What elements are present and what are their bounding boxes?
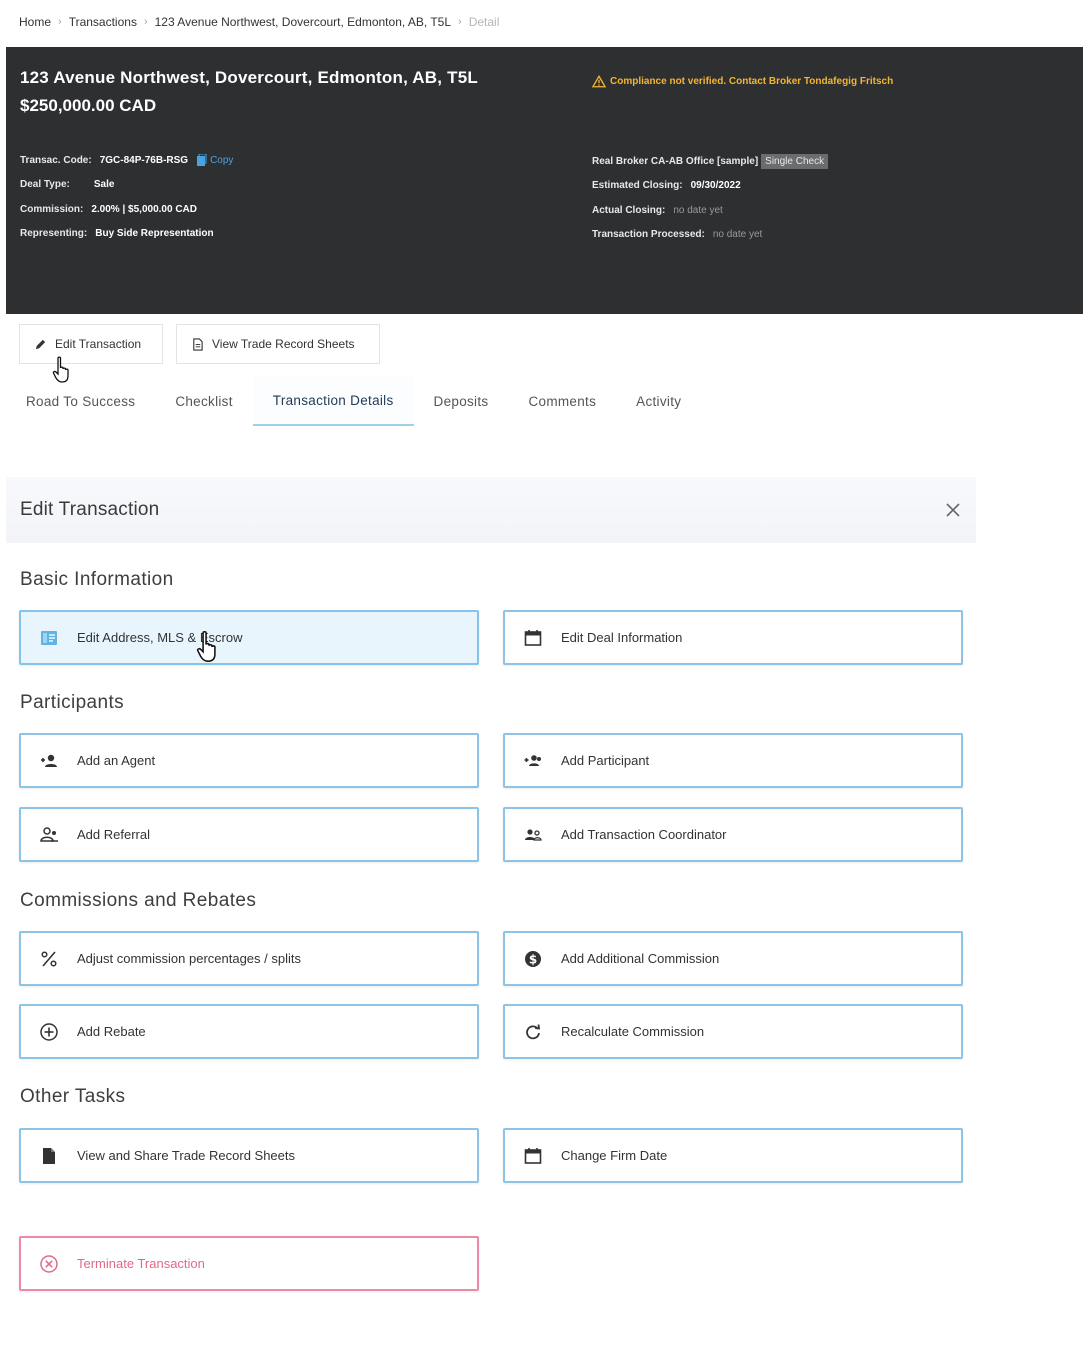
percent-icon <box>41 950 57 967</box>
change-firm-date-button[interactable]: Change Firm Date <box>503 1128 963 1183</box>
tab-comments[interactable]: Comments <box>508 376 616 426</box>
svg-text:$: $ <box>529 952 537 966</box>
est-closing-value: 09/30/2022 <box>690 180 741 192</box>
file-icon <box>43 1147 55 1164</box>
section-other-tasks: Other Tasks <box>20 1086 126 1107</box>
terminate-label: Terminate Transaction <box>77 1256 205 1271</box>
close-button[interactable] <box>944 501 962 519</box>
deal-type-value: Sale <box>93 179 115 191</box>
actual-closing-label: Actual Closing: <box>592 204 666 216</box>
actual-closing-value: no date yet <box>673 204 723 216</box>
edit-deal-label: Edit Deal Information <box>561 630 683 645</box>
tab-activity[interactable]: Activity <box>616 376 701 426</box>
section-participants: Participants <box>20 692 125 713</box>
add-participant-label: Add Participant <box>561 753 650 768</box>
est-closing-label: Estimated Closing: <box>592 180 683 192</box>
copy-button[interactable]: Copy <box>196 153 234 167</box>
edit-transaction-button[interactable]: Edit Transaction <box>19 324 163 364</box>
office-badge: Single Check <box>761 153 829 169</box>
plus-circle-icon <box>40 1022 58 1041</box>
edit-address-button[interactable]: Edit Address, MLS & Escrow <box>19 610 479 665</box>
transaction-header: 123 Avenue Northwest, Dovercourt, Edmont… <box>6 47 1083 314</box>
referral-icon <box>40 826 58 842</box>
add-rebate-button[interactable]: Add Rebate <box>19 1004 479 1059</box>
representing-value: Buy Side Representation <box>95 228 214 240</box>
edit-deal-information-button[interactable]: Edit Deal Information <box>503 610 963 665</box>
refresh-icon <box>526 1023 541 1039</box>
close-icon <box>946 503 960 517</box>
chevron-right-icon: › <box>458 16 462 28</box>
chevron-right-icon: › <box>58 16 62 28</box>
breadcrumb-current: Detail <box>468 15 500 29</box>
calendar-icon <box>524 1147 542 1164</box>
detail-tabs: Road To Success Checklist Transaction De… <box>6 376 701 426</box>
edit-transaction-label: Edit Transaction <box>55 337 142 351</box>
tab-checklist[interactable]: Checklist <box>155 376 252 426</box>
recalculate-commission-button[interactable]: Recalculate Commission <box>503 1004 963 1059</box>
chevron-right-icon: › <box>143 16 148 28</box>
change-firm-date-label: Change Firm Date <box>561 1148 668 1163</box>
tab-deposits[interactable]: Deposits <box>414 376 509 426</box>
transac-code-label: Transac. Code: <box>20 154 92 166</box>
meta-right: Real Broker CA-AB Office [sample] Single… <box>592 149 829 247</box>
add-rebate-label: Add Rebate <box>77 1024 146 1039</box>
compliance-warning-text: Compliance not verified. Contact Broker … <box>610 76 894 87</box>
transac-code-value: 7GC-84P-76B-RSG <box>99 154 189 166</box>
recalculate-label: Recalculate Commission <box>561 1024 705 1039</box>
tab-transaction-details[interactable]: Transaction Details <box>252 376 414 426</box>
panel-title: Edit Transaction <box>20 499 160 520</box>
deal-type-label: Deal Type: <box>20 179 70 191</box>
edit-address-label: Edit Address, MLS & Escrow <box>77 630 243 645</box>
calendar-icon <box>524 629 542 646</box>
add-referral-label: Add Referral <box>77 827 150 842</box>
add-agent-icon <box>41 754 57 767</box>
processed-label: Transaction Processed: <box>592 229 705 241</box>
section-commissions: Commissions and Rebates <box>20 890 257 911</box>
add-participant-icon <box>524 754 541 766</box>
compliance-warning: Compliance not verified. Contact Broker … <box>592 75 893 88</box>
view-share-label: View and Share Trade Record Sheets <box>77 1148 296 1163</box>
processed-value: no date yet <box>712 229 763 241</box>
commission-value: 2.00% | $5,000.00 CAD <box>91 203 197 215</box>
breadcrumb-home[interactable]: Home <box>19 15 51 29</box>
copy-label: Copy <box>210 154 234 166</box>
edit-transaction-panel-header: Edit Transaction <box>6 477 976 543</box>
warning-icon <box>592 75 606 88</box>
view-share-trade-record-button[interactable]: View and Share Trade Record Sheets <box>19 1128 479 1183</box>
copy-icon <box>197 153 207 166</box>
cancel-circle-icon <box>40 1254 58 1273</box>
add-transaction-coordinator-button[interactable]: Add Transaction Coordinator <box>503 807 963 862</box>
add-agent-label: Add an Agent <box>77 753 156 768</box>
coordinator-icon <box>525 828 542 841</box>
adjust-commission-button[interactable]: Adjust commission percentages / splits <box>19 931 479 986</box>
representing-label: Representing: <box>20 228 88 240</box>
add-participant-button[interactable]: Add Participant <box>503 733 963 788</box>
view-trade-record-button[interactable]: View Trade Record Sheets <box>176 324 380 364</box>
breadcrumb-address[interactable]: 123 Avenue Northwest, Dovercourt, Edmont… <box>155 15 451 29</box>
office-value: Real Broker CA-AB Office [sample] <box>592 155 759 167</box>
adjust-commission-label: Adjust commission percentages / splits <box>77 951 301 966</box>
document-icon <box>193 337 203 351</box>
pencil-icon <box>35 339 46 349</box>
meta-left: Transac. Code: 7GC-84P-76B-RSG Copy Deal… <box>20 148 233 246</box>
breadcrumb: Home › Transactions › 123 Avenue Northwe… <box>19 14 499 30</box>
view-trade-record-label: View Trade Record Sheets <box>212 337 355 351</box>
transaction-price: $250,000.00 CAD <box>20 96 157 115</box>
add-referral-button[interactable]: Add Referral <box>19 807 479 862</box>
tab-road-to-success[interactable]: Road To Success <box>6 376 155 426</box>
terminate-transaction-button[interactable]: Terminate Transaction <box>19 1236 479 1291</box>
add-additional-commission-button[interactable]: $ Add Additional Commission <box>503 931 963 986</box>
section-basic-information: Basic Information <box>20 569 174 590</box>
address-card-icon <box>41 630 57 645</box>
breadcrumb-transactions[interactable]: Transactions <box>69 15 137 29</box>
commission-label: Commission: <box>20 203 84 215</box>
dollar-coin-icon: $ <box>525 950 541 967</box>
add-additional-commission-label: Add Additional Commission <box>561 951 720 966</box>
add-agent-button[interactable]: Add an Agent <box>19 733 479 788</box>
add-coordinator-label: Add Transaction Coordinator <box>561 827 727 842</box>
page-title: 123 Avenue Northwest, Dovercourt, Edmont… <box>20 68 478 87</box>
